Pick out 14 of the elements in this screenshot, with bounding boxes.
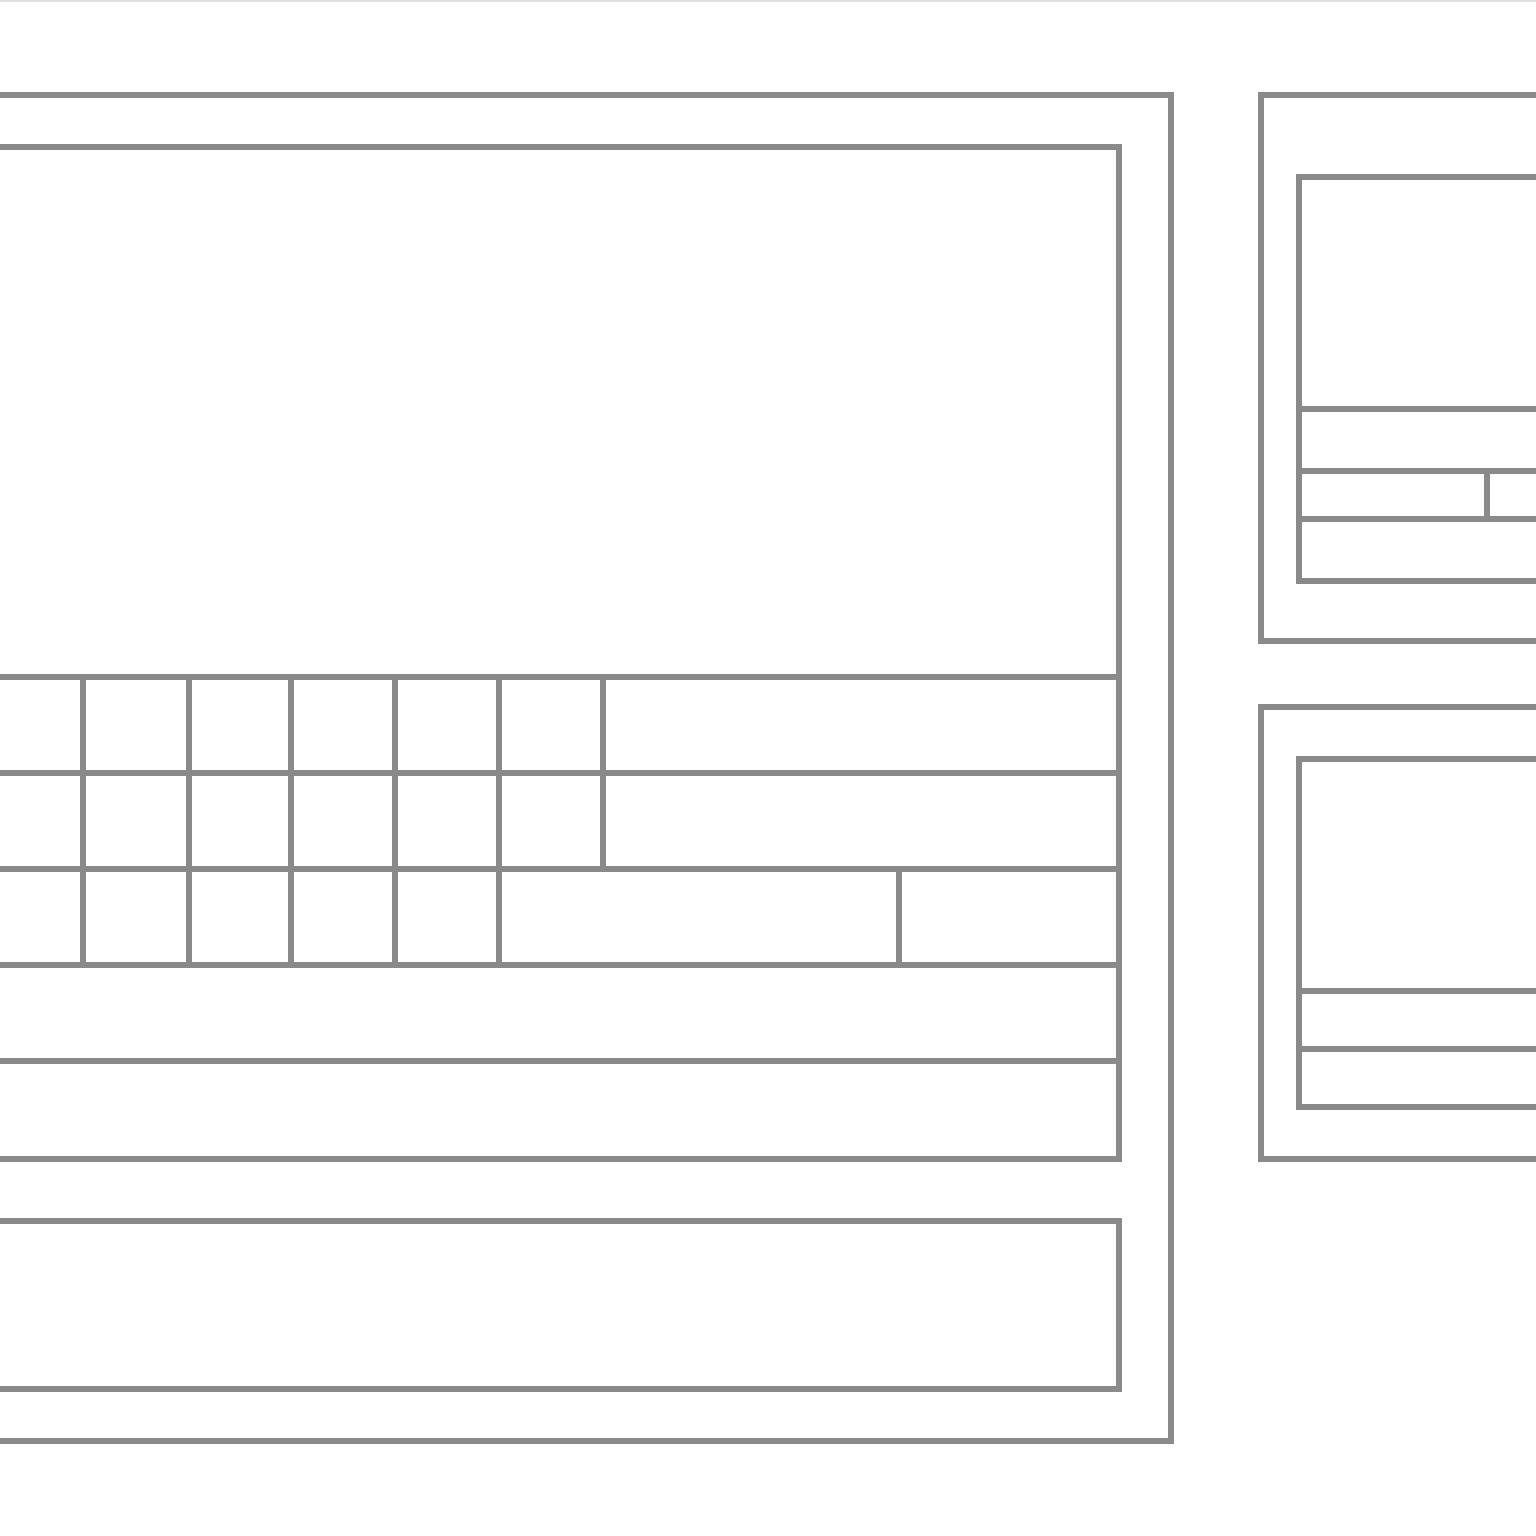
- grid-cell: [186, 674, 288, 770]
- grid-cell: [80, 674, 186, 770]
- grid-cell: [392, 674, 496, 770]
- grid-cell: [80, 866, 186, 962]
- grid-cell: [186, 866, 288, 962]
- grid-cell: [80, 770, 186, 866]
- grid-cell: [288, 770, 392, 866]
- grid-cell: [392, 866, 496, 962]
- grid-cell: [288, 674, 392, 770]
- grid-cell: [392, 770, 496, 866]
- grid-cell: [288, 866, 392, 962]
- grid-cell: [496, 674, 600, 770]
- grid-cell: [496, 770, 600, 866]
- grid-cell: [186, 770, 288, 866]
